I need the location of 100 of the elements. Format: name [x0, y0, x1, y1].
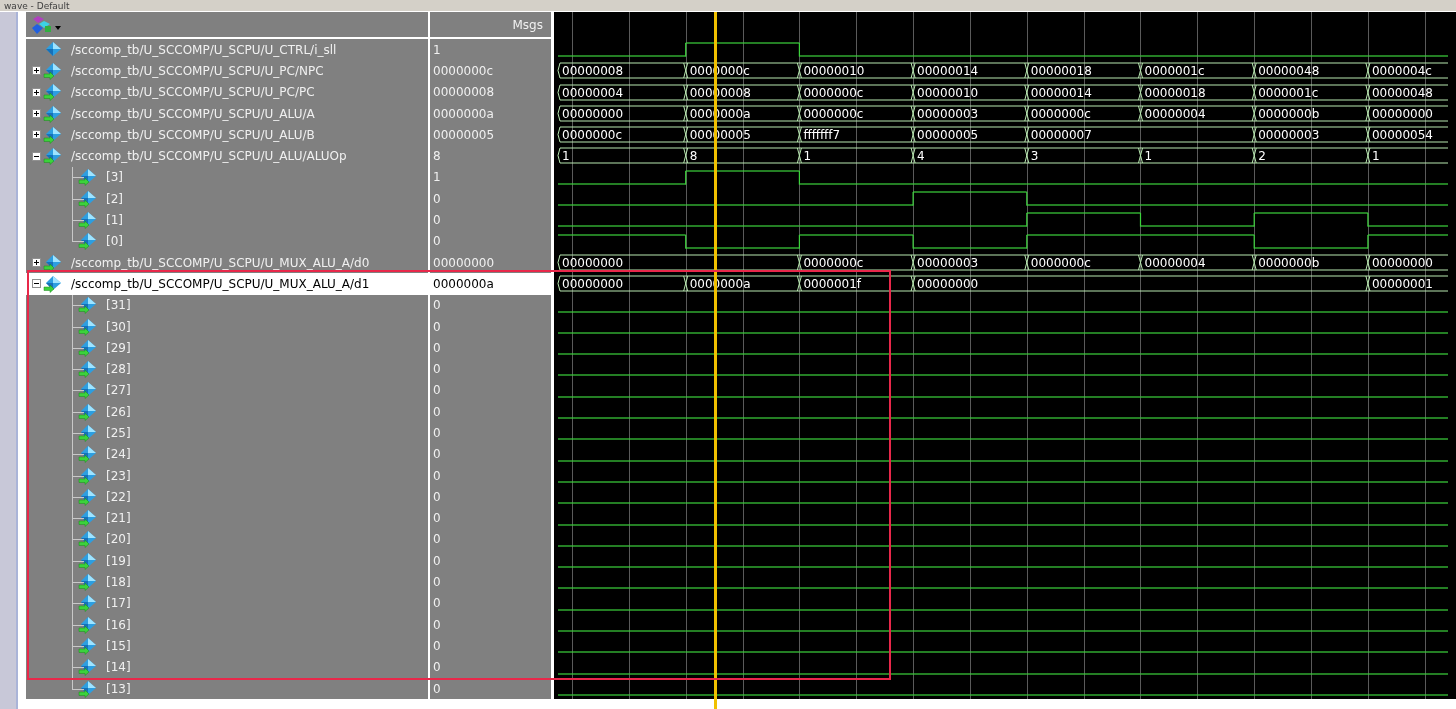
signal-name: [24] [106, 447, 131, 462]
signal-value: 00000005 [430, 124, 554, 146]
signal-arrow-icon [78, 402, 98, 421]
signal-value: 0 [430, 358, 554, 380]
signal-arrow-icon [78, 211, 98, 229]
signal-value: 0 [430, 550, 554, 572]
signal-row[interactable]: [24] [26, 443, 430, 465]
signal-arrow-icon [78, 296, 98, 315]
signal-arrow-icon [78, 530, 98, 549]
signal-value: 0 [430, 294, 554, 316]
signal-name: [27] [106, 383, 131, 398]
signal-row[interactable]: /sccomp_tb/U_SCCOMP/U_SCPU/U_PC/NPC [26, 60, 430, 82]
signal-row[interactable]: /sccomp_tb/U_SCCOMP/U_SCPU/U_ALU/A [26, 102, 430, 125]
signal-value: 0 [430, 209, 554, 231]
signal-name: /sccomp_tb/U_SCCOMP/U_SCPU/U_MUX_ALU_A/d1 [71, 276, 370, 291]
bus-value-text: 0000000c [1030, 255, 1091, 270]
bus-value-text: 00000004 [1144, 255, 1206, 270]
signal-name: [20] [106, 532, 131, 547]
signal-value: 0 [430, 443, 554, 465]
signal-arrow-icon [78, 189, 98, 208]
bus-value-text: 00000018 [1144, 85, 1206, 100]
bus-value-text: 00000008 [562, 64, 624, 79]
signal-row[interactable]: [27] [26, 379, 430, 402]
bus-value-text: 4 [917, 149, 925, 164]
signal-name: [2] [106, 191, 123, 206]
signal-value: 0 [430, 656, 554, 678]
signal-arrow-icon [43, 104, 63, 123]
signal-name: [26] [106, 404, 131, 419]
signal-arrow-icon [78, 573, 98, 592]
signal-name: [16] [106, 617, 131, 632]
signal-row[interactable]: [25] [26, 422, 430, 444]
signal-value: 0 [430, 315, 554, 338]
signal-arrow-icon [78, 487, 98, 506]
signal-row[interactable]: [30] [26, 315, 430, 338]
bus-value-text: 00000010 [803, 64, 865, 79]
bus-value-text: 0000000c [803, 106, 864, 121]
column-header: Msgs [512, 17, 543, 32]
bus-value-text: 00000000 [1371, 255, 1433, 270]
signal-name: [25] [106, 426, 131, 440]
signal-arrow-icon [78, 317, 98, 336]
signal-name: [13] [106, 681, 131, 696]
bus-value-text: 00000018 [1030, 64, 1092, 79]
bus-value-text: fffffff7 [803, 128, 841, 143]
bus-value-text: 00000004 [1144, 106, 1206, 121]
expand-toggle[interactable] [32, 279, 41, 289]
signal-row[interactable]: [19] [26, 550, 430, 572]
signal-arrow-icon [78, 445, 98, 464]
signal-row[interactable]: [3] [26, 166, 430, 189]
signal-arrow-icon [78, 615, 98, 634]
expand-toggle[interactable] [32, 109, 41, 119]
bus-value-text: 00000014 [1030, 85, 1092, 100]
signal-row[interactable]: [2] [26, 188, 430, 210]
signal-name: /sccomp_tb/U_SCCOMP/U_SCPU/U_CTRL/i_sll [71, 42, 337, 57]
signal-row[interactable]: /sccomp_tb/U_SCCOMP/U_SCPU/U_CTRL/i_sll [26, 39, 430, 61]
signal-arrow-icon [78, 679, 98, 698]
signal-row[interactable]: [29] [26, 337, 430, 359]
signal-name: /sccomp_tb/U_SCCOMP/U_SCPU/U_MUX_ALU_A/d0 [71, 255, 370, 270]
signal-arrow-icon [78, 338, 98, 357]
expand-toggle[interactable] [32, 87, 41, 97]
signal-row[interactable]: [0] [26, 230, 430, 252]
signal-row[interactable]: [21] [26, 507, 430, 529]
signal-name: [18] [106, 575, 131, 590]
signal-arrow-icon [43, 61, 63, 80]
signal-name: [3] [106, 170, 123, 185]
signal-row[interactable]: [1] [26, 209, 430, 231]
expand-toggle[interactable] [32, 66, 41, 76]
signal-row[interactable]: [16] [26, 614, 430, 636]
bus-value-text: 2 [1258, 149, 1266, 164]
signal-row[interactable]: [18] [26, 571, 430, 593]
bus-value-text: 0000004c [1371, 64, 1432, 79]
expand-toggle[interactable] [32, 151, 41, 161]
expand-toggle[interactable] [32, 130, 41, 140]
bus-value-text: 00000004 [562, 85, 624, 100]
signal-name: [19] [106, 553, 131, 568]
signal-value: 1 [430, 39, 554, 61]
signal-row[interactable]: [22] [26, 486, 430, 508]
signal-row[interactable]: [31] [26, 294, 430, 316]
signal-row[interactable]: [28] [26, 358, 430, 380]
signal-name: [0] [106, 234, 123, 249]
signal-arrow-icon [78, 168, 98, 187]
signal-row[interactable]: [15] [26, 635, 430, 657]
signal-name: /sccomp_tb/U_SCCOMP/U_SCPU/U_PC/PC [71, 85, 315, 100]
wave-toolbar-button[interactable] [30, 13, 64, 36]
signal-arrow-icon [43, 83, 63, 102]
bus-value-text: 0000001c [1258, 85, 1319, 100]
signal-row[interactable]: [14] [26, 656, 430, 678]
signal-row[interactable]: [26] [26, 401, 430, 423]
signal-row[interactable]: [20] [26, 528, 430, 551]
signal-row[interactable]: /sccomp_tb/U_SCCOMP/U_SCPU/U_ALU/B [26, 124, 430, 146]
signal-name: [21] [106, 511, 131, 526]
signal-row[interactable]: [23] [26, 464, 430, 487]
bus-value-text: 1 [1371, 149, 1380, 164]
signal-row[interactable]: /sccomp_tb/U_SCCOMP/U_SCPU/U_ALU/ALUOp [26, 145, 430, 167]
signal-row[interactable]: [17] [26, 592, 430, 614]
signal-row[interactable]: /sccomp_tb/U_SCCOMP/U_SCPU/U_PC/PC [26, 81, 430, 103]
expand-toggle[interactable] [32, 258, 41, 268]
signal-arrow-icon [78, 424, 98, 442]
bus-value-text: 1 [1144, 149, 1153, 164]
signal-value: 0 [430, 592, 554, 614]
signal-name: /sccomp_tb/U_SCCOMP/U_SCPU/U_ALU/B [71, 127, 315, 142]
